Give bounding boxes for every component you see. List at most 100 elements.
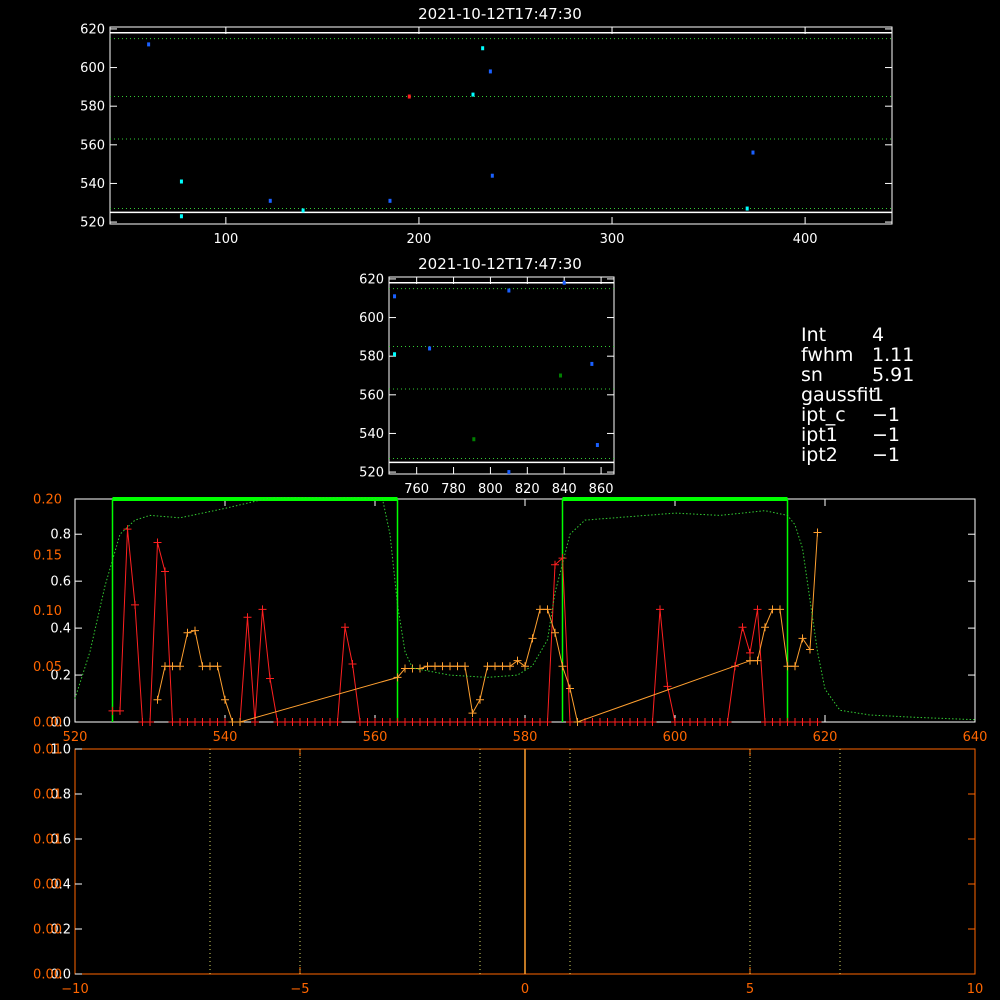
orange-data-marker	[213, 662, 222, 671]
x-tick-label: 580	[513, 730, 538, 745]
data-point	[595, 443, 599, 448]
red-data-marker	[656, 605, 664, 614]
data-point	[751, 150, 755, 155]
orange-data-marker	[806, 645, 814, 654]
orange-data-marker	[183, 628, 192, 637]
x-tick-label: 620	[813, 730, 838, 745]
red-data-marker	[288, 718, 297, 726]
red-data-marker	[708, 718, 717, 726]
data-point	[428, 346, 432, 351]
orange-data-marker	[453, 662, 462, 671]
red-data-marker	[618, 718, 627, 726]
orange-data-marker	[191, 626, 199, 635]
red-data-marker	[566, 718, 574, 726]
red-data-marker	[783, 718, 792, 726]
red-data-marker	[326, 718, 334, 726]
y-tick-label: 580	[80, 100, 105, 115]
y-tick-label: 0.6	[50, 575, 71, 590]
red-data-marker	[393, 718, 402, 726]
plot-frame	[109, 26, 893, 225]
info-key: ipt2	[801, 444, 838, 466]
y-tick-label: 520	[359, 466, 384, 481]
red-data-marker	[243, 613, 252, 622]
x-tick-label: 0	[521, 982, 529, 997]
info-value: 1.11	[872, 344, 914, 366]
y-tick-label: 0.4	[50, 622, 71, 637]
orange-data-marker	[423, 662, 432, 671]
x-tick-label: 400	[793, 232, 818, 247]
red-data-marker	[161, 567, 169, 576]
x-tick-label: 10	[967, 982, 984, 997]
red-data-marker	[153, 538, 162, 547]
red-data-marker	[506, 718, 514, 726]
y2-tick-label: 0.01	[33, 833, 62, 848]
data-point	[407, 94, 411, 99]
red-data-marker	[468, 718, 477, 726]
red-data-marker	[723, 718, 732, 726]
red-data-marker	[183, 718, 192, 726]
red-data-marker	[483, 718, 492, 726]
x-tick-label: 820	[515, 482, 540, 497]
data-point	[481, 46, 485, 51]
grid_green-series-line	[74, 497, 976, 721]
orange-data-marker	[573, 718, 582, 726]
red-data-marker	[648, 718, 657, 726]
data-point	[472, 437, 476, 442]
orange-data-marker	[483, 662, 492, 671]
red-data-marker	[671, 718, 679, 726]
red-data-marker	[543, 718, 552, 726]
red-data-marker	[813, 718, 822, 726]
red-data-marker	[116, 706, 124, 715]
red-data-marker	[296, 718, 304, 726]
red-data-marker	[281, 718, 289, 726]
top-scatter-panel: 2021-10-12T17:47:30 100 200 300 400 520 540 56…	[80, 5, 893, 247]
orange-data-marker	[446, 662, 454, 671]
orange-data-marker	[228, 718, 237, 726]
red-data-marker	[221, 718, 229, 726]
x-tick-label: 100	[213, 232, 238, 247]
spectrum-panel: 520 540 560 580 600 620 6400.00.20.40.60.80.00…	[33, 493, 987, 746]
red-data-marker	[513, 718, 522, 726]
y-tick-label: 620	[359, 272, 384, 287]
plot-frame	[74, 498, 976, 723]
data-point	[268, 198, 272, 203]
orange-data-marker	[558, 662, 567, 671]
red-data-marker	[738, 623, 747, 632]
y-tick-label: 560	[80, 138, 105, 153]
red-data-marker	[416, 718, 424, 726]
data-point	[301, 208, 305, 213]
y-tick-label: 540	[359, 427, 384, 442]
red-data-marker	[176, 718, 184, 726]
red-data-marker	[446, 718, 454, 726]
y-tick-label: 0.8	[50, 528, 71, 543]
red-data-marker	[746, 648, 754, 657]
x-tick-label: 800	[478, 482, 503, 497]
red-data-marker	[701, 718, 709, 726]
orange-data-marker	[513, 656, 522, 665]
red-data-marker	[686, 718, 694, 726]
data-point	[490, 173, 494, 178]
x-tick-label: 760	[404, 482, 429, 497]
orange-data-marker	[506, 662, 514, 671]
data-point	[393, 294, 397, 299]
y-tick-label: 600	[80, 61, 105, 76]
x-tick-label: 540	[213, 730, 238, 745]
red-data-marker	[761, 718, 769, 726]
red-data-marker	[633, 718, 642, 726]
data-point	[507, 470, 511, 475]
red-data-marker	[431, 718, 439, 726]
info-value: 5.91	[872, 364, 914, 386]
y-tick-label: 520	[80, 216, 105, 231]
info-key: gaussfit	[801, 384, 876, 406]
orange-data-marker	[768, 605, 777, 614]
red-data-marker	[408, 718, 417, 726]
red-data-marker	[341, 623, 349, 632]
data-point	[590, 361, 594, 366]
red-data-marker	[588, 718, 597, 726]
red-data-marker	[678, 718, 687, 726]
data-point	[471, 92, 475, 97]
red-data-marker	[798, 718, 807, 726]
y-tick-label: 580	[359, 350, 384, 365]
red-data-marker	[791, 718, 799, 726]
y-tick-label: 540	[80, 177, 105, 192]
